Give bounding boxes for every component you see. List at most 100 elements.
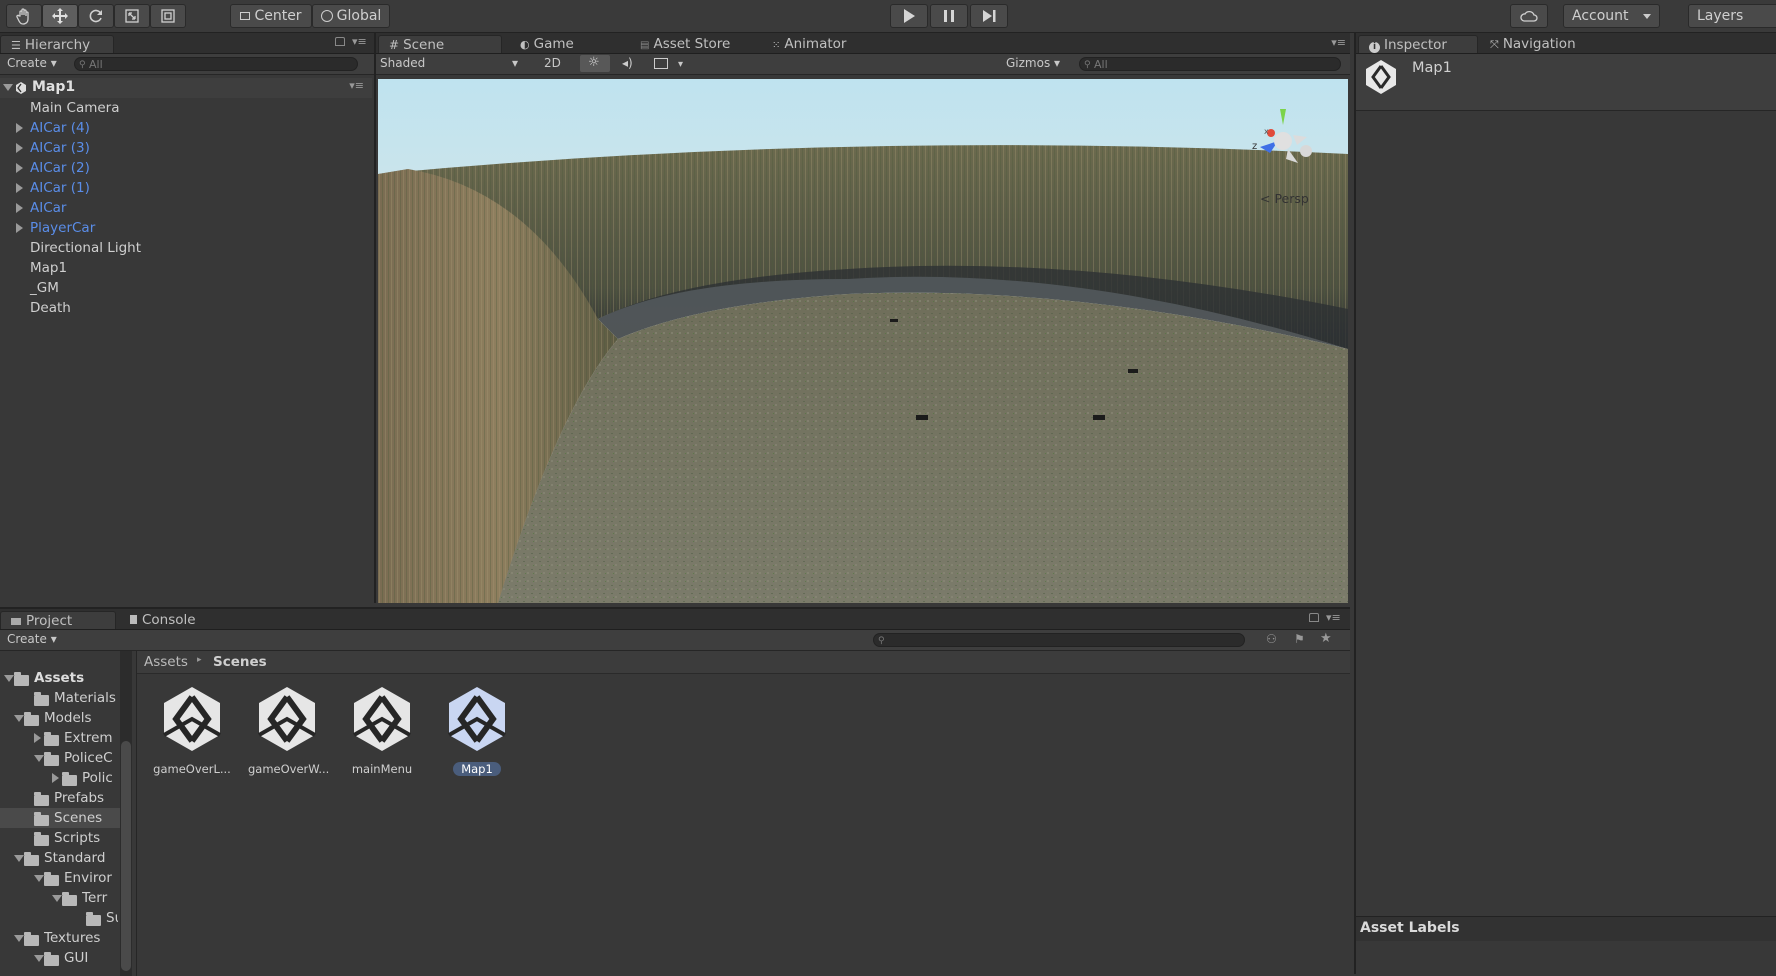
folder-tree-item[interactable]: Assets <box>34 668 118 688</box>
tree-scrollbar[interactable] <box>120 651 132 976</box>
filter-by-label-icon[interactable]: ⚑ <box>1294 632 1305 646</box>
pause-button[interactable] <box>930 4 968 28</box>
gizmos-dropdown[interactable]: Gizmos ▾ <box>1006 56 1060 70</box>
move-tool-button[interactable] <box>42 4 78 28</box>
audio-toggle[interactable]: ◂) <box>622 55 633 70</box>
hierarchy-item[interactable]: Main Camera <box>30 98 120 118</box>
folder-icon <box>44 732 59 746</box>
rotate-tool-button[interactable] <box>78 4 114 28</box>
tree-scrollbar-thumb[interactable] <box>121 741 131 971</box>
tab-project[interactable]: Project <box>0 611 116 629</box>
expand-arrow-icon[interactable] <box>34 955 44 962</box>
hierarchy-item[interactable]: Death <box>30 298 71 318</box>
tab-scene[interactable]: # Scene <box>378 35 502 53</box>
lighting-toggle[interactable]: ☼ <box>580 55 610 72</box>
tab-console[interactable]: Console <box>120 611 230 629</box>
folder-tree-item[interactable]: Prefabs <box>54 788 118 808</box>
expand-arrow-icon[interactable] <box>16 163 23 173</box>
rect-tool-button[interactable] <box>150 4 186 28</box>
folder-tree-item[interactable]: Extrem <box>64 728 118 748</box>
folder-tree-item[interactable]: Scripts <box>54 828 118 848</box>
lock-icon[interactable] <box>1309 613 1319 622</box>
folder-tree-item[interactable]: Polic <box>82 768 118 788</box>
tab-navigation[interactable]: ⤧ Navigation <box>1480 35 1620 53</box>
hierarchy-item[interactable]: Map1 <box>30 258 67 278</box>
expand-arrow-icon[interactable] <box>16 143 23 153</box>
folder-tree-item[interactable]: Enviror <box>64 868 118 888</box>
asset-labels-bar[interactable]: Asset Labels <box>1356 916 1776 941</box>
folder-tree-item[interactable]: Su <box>106 908 118 928</box>
panel-menu-icon[interactable]: ▾≡ <box>1331 36 1346 49</box>
expand-arrow-icon[interactable] <box>14 715 24 722</box>
folder-tree-item[interactable]: PoliceC <box>64 748 118 768</box>
folder-tree-item[interactable]: Scenes <box>54 808 118 828</box>
scene-search-input[interactable]: ⚲ All <box>1079 57 1341 71</box>
hierarchy-create-button[interactable]: Create ▾ <box>7 56 57 70</box>
expand-arrow-icon[interactable] <box>52 773 59 783</box>
project-create-button[interactable]: Create ▾ <box>7 632 57 646</box>
hierarchy-item[interactable]: _GM <box>30 278 59 298</box>
expand-arrow-icon[interactable] <box>16 123 23 133</box>
breadcrumb-scenes[interactable]: Scenes <box>213 654 267 670</box>
scene-header-row[interactable]: Map1 ▾≡ <box>0 78 372 98</box>
tab-animator[interactable]: ⁙ Animator <box>762 35 872 53</box>
hierarchy-search-input[interactable]: ⚲ All <box>74 57 358 71</box>
lock-icon[interactable] <box>335 37 345 46</box>
expand-arrow-icon[interactable] <box>14 935 24 942</box>
hierarchy-item[interactable]: AICar <box>30 198 66 218</box>
step-button[interactable] <box>970 4 1008 28</box>
asset-item[interactable]: mainMenu <box>335 683 429 776</box>
expand-arrow-icon[interactable] <box>16 223 23 233</box>
hierarchy-item[interactable]: AICar (3) <box>30 138 90 158</box>
filter-by-type-icon[interactable]: ⚇ <box>1266 632 1277 646</box>
favorites-star-icon[interactable]: ★ <box>1320 631 1332 646</box>
folder-tree-item[interactable]: GUI <box>64 948 118 968</box>
folder-icon <box>62 772 77 786</box>
projection-toggle[interactable]: < Persp <box>1260 191 1309 206</box>
folder-tree-item[interactable]: Textures <box>44 928 118 948</box>
tab-hierarchy[interactable]: ☰ Hierarchy <box>0 35 114 53</box>
account-dropdown[interactable]: Account <box>1563 4 1660 28</box>
2d-toggle[interactable]: 2D <box>544 56 561 70</box>
breadcrumb-assets[interactable]: Assets <box>144 654 188 670</box>
tab-asset-store[interactable]: ▤ Asset Store <box>630 35 754 53</box>
pivot-center-button[interactable]: Center <box>230 4 312 28</box>
expand-arrow-icon[interactable] <box>34 755 44 762</box>
effects-dropdown[interactable]: ▾ <box>654 55 683 70</box>
scene-viewport[interactable]: z x < Persp <box>378 79 1348 603</box>
panel-menu-icon[interactable]: ▾≡ <box>1326 611 1341 624</box>
hand-tool-button[interactable] <box>6 4 42 28</box>
expand-arrow-icon[interactable] <box>14 855 24 862</box>
scale-tool-button[interactable] <box>114 4 150 28</box>
scene-menu-icon[interactable]: ▾≡ <box>349 79 364 92</box>
pivot-global-button[interactable]: Global <box>312 4 390 28</box>
expand-arrow-icon[interactable] <box>52 895 62 902</box>
folder-tree-item[interactable]: Terr <box>82 888 118 908</box>
panel-menu-icon[interactable]: ▾≡ <box>352 35 367 48</box>
project-search-input[interactable]: ⚲ <box>873 633 1245 647</box>
expand-arrow-icon[interactable] <box>34 875 44 882</box>
expand-arrow-icon[interactable] <box>16 203 23 213</box>
tab-game[interactable]: ◐ Game <box>510 35 610 53</box>
orientation-gizmo[interactable]: z x <box>1238 99 1328 189</box>
asset-item[interactable]: Map1 <box>430 683 524 776</box>
expand-arrow-icon[interactable] <box>4 675 14 682</box>
shading-mode-dropdown[interactable]: Shaded ▾ <box>380 56 522 70</box>
expand-arrow-icon[interactable] <box>3 84 13 91</box>
tab-inspector[interactable]: i Inspector <box>1358 35 1478 53</box>
hierarchy-item[interactable]: PlayerCar <box>30 218 95 238</box>
layers-dropdown[interactable]: Layers <box>1688 4 1776 28</box>
expand-arrow-icon[interactable] <box>16 183 23 193</box>
hierarchy-item[interactable]: AICar (2) <box>30 158 90 178</box>
hierarchy-item[interactable]: AICar (1) <box>30 178 90 198</box>
folder-tree-item[interactable]: Materials <box>54 688 118 708</box>
hierarchy-item[interactable]: Directional Light <box>30 238 141 258</box>
expand-arrow-icon[interactable] <box>34 733 41 743</box>
folder-tree-item[interactable]: Standard <box>44 848 118 868</box>
folder-tree-item[interactable]: Models <box>44 708 118 728</box>
hierarchy-item[interactable]: AICar (4) <box>30 118 90 138</box>
collab-cloud-button[interactable] <box>1510 4 1548 28</box>
asset-item[interactable]: gameOverL... <box>145 683 239 776</box>
play-button[interactable] <box>890 4 928 28</box>
asset-item[interactable]: gameOverW... <box>240 683 334 776</box>
